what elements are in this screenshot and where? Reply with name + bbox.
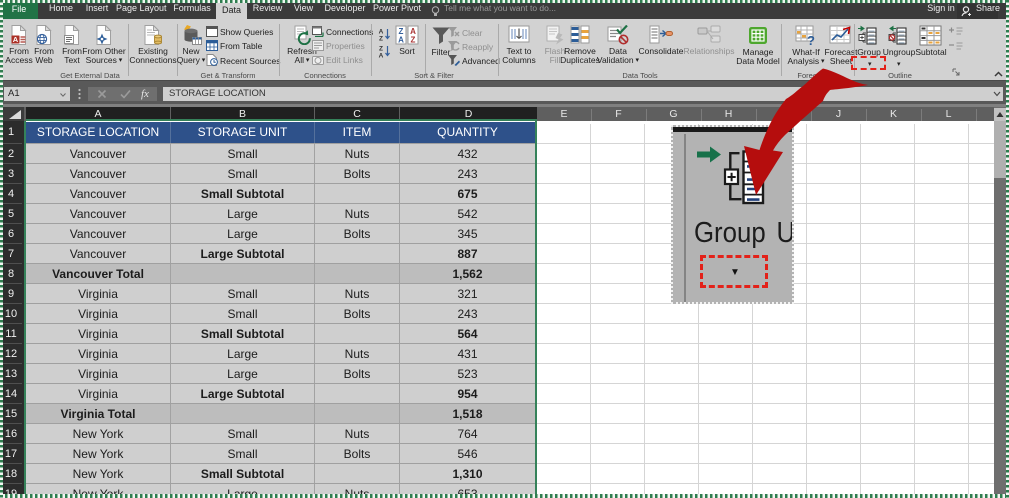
svg-text:A: A — [379, 53, 384, 59]
svg-text:Z: Z — [379, 46, 383, 53]
svg-text:Z: Z — [379, 36, 383, 42]
svg-text:A: A — [398, 36, 404, 45]
svg-text:Z: Z — [411, 36, 416, 45]
svg-text:?: ? — [807, 33, 815, 46]
svg-text:A: A — [379, 29, 384, 36]
svg-text:A: A — [13, 35, 19, 44]
